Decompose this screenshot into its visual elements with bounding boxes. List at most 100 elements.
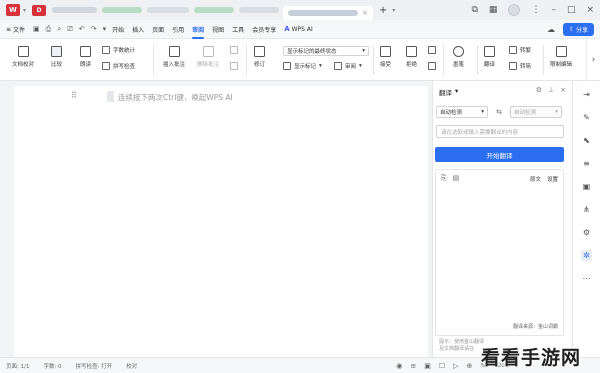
insert-comment-button[interactable]: 插入批注 xyxy=(163,46,185,68)
prev-comment-button[interactable] xyxy=(230,46,238,54)
close-icon[interactable]: × xyxy=(362,9,368,17)
proofread-status[interactable]: 校对 xyxy=(126,362,137,370)
save-icon[interactable]: ▣ xyxy=(33,25,40,33)
pin-icon[interactable]: ⊥ xyxy=(548,86,554,94)
word-count[interactable]: 字数: 0 xyxy=(43,362,61,370)
maximize-icon[interactable]: □ xyxy=(567,5,576,15)
wps-logo[interactable]: W xyxy=(6,4,20,16)
to-simplified-button[interactable]: 转简 xyxy=(509,62,531,70)
reject-label: 拒绝 xyxy=(406,62,418,68)
result-settings-link[interactable]: 设置 xyxy=(547,175,558,183)
next-change-button[interactable] xyxy=(428,62,436,70)
menu-file[interactable]: ≡ 文件 xyxy=(6,25,25,34)
print-preview-icon[interactable]: ⌕ xyxy=(57,25,61,34)
original-text-toggle[interactable]: 原文 xyxy=(530,175,541,183)
blurred-tab[interactable] xyxy=(102,7,143,13)
spell-check-icon xyxy=(102,62,110,70)
restrict-edit-button[interactable]: 限制编辑 xyxy=(550,46,572,68)
menu-start[interactable]: 开始 xyxy=(112,25,124,34)
doc-proof-button[interactable]: 文档校对 xyxy=(12,46,34,68)
collapse-panel-icon[interactable]: ⇥ xyxy=(581,89,592,100)
play-icon[interactable]: ▷ xyxy=(453,362,458,370)
edit-icon[interactable]: ✎ xyxy=(581,112,592,123)
minimize-icon[interactable]: – xyxy=(551,5,556,15)
print-icon[interactable]: ⎚ xyxy=(67,25,73,34)
drag-handle-icon[interactable]: ⠿ xyxy=(71,91,77,100)
close-icon[interactable]: × xyxy=(586,5,594,15)
revise-button[interactable]: 修订 xyxy=(254,46,265,68)
settings-icon[interactable]: ⚙ xyxy=(581,227,592,238)
page-count[interactable]: 页面: 1/1 xyxy=(6,362,29,370)
restore-icon[interactable]: ⧉ xyxy=(471,5,477,15)
delete-comment-button[interactable]: 删除批注 xyxy=(197,46,219,68)
reject-button[interactable]: 拒绝 xyxy=(406,46,417,68)
swap-icon[interactable]: ⇆ xyxy=(492,108,506,116)
plus-icon[interactable]: + xyxy=(379,5,387,16)
paste-icon[interactable]: ▤ xyxy=(453,174,460,183)
menu-reference[interactable]: 引用 xyxy=(172,25,184,34)
menu-review[interactable]: 审阅 xyxy=(192,25,205,39)
export-icon[interactable]: ⎙ xyxy=(46,25,52,34)
blurred-tab[interactable] xyxy=(147,7,190,13)
ink-button[interactable]: 墨笔 xyxy=(453,46,464,68)
share-network-icon[interactable]: ⋔ xyxy=(581,204,592,215)
chevron-down-icon[interactable]: ▾ xyxy=(103,25,107,33)
menu-insert[interactable]: 插入 xyxy=(132,25,144,34)
document-page[interactable]: ⠿ 连续按下两次Ctrl键，唤起WPS AI xyxy=(14,86,430,359)
show-markup-button[interactable]: 显示标记 ▾ xyxy=(283,62,322,70)
menu-wps-ai[interactable]: A WPS AI xyxy=(284,25,313,33)
grid-icon[interactable]: ▦ xyxy=(489,5,498,15)
chevron-right-icon[interactable]: › xyxy=(586,39,600,81)
menu-tools[interactable]: 工具 xyxy=(232,25,244,34)
translate-button[interactable]: 翻译 xyxy=(484,46,495,68)
to-traditional-button[interactable]: 转繁 xyxy=(509,46,531,54)
menu-view[interactable]: 视图 xyxy=(212,25,224,34)
panel-tools: ⚙ ⊥ × xyxy=(536,86,566,94)
translate-input[interactable]: 请在选取或输入需要翻译的内容 xyxy=(436,125,564,138)
web-view-icon[interactable]: ☐ xyxy=(439,362,445,370)
cursor-select-icon[interactable]: ⬉ xyxy=(581,135,592,146)
redo-icon[interactable]: ↷ xyxy=(91,25,97,33)
copy-icon[interactable]: ⎘ xyxy=(441,174,447,183)
target-language-select[interactable]: 自动检测 ▾ xyxy=(510,106,562,118)
translate-sidebar-icon[interactable]: ✲ xyxy=(581,250,592,261)
avatar[interactable] xyxy=(508,4,521,16)
share-button[interactable]: ⇪ 分享 xyxy=(562,23,594,36)
gallery-icon[interactable]: ▣ xyxy=(581,181,592,192)
prev-change-button[interactable] xyxy=(428,46,436,54)
outline-icon[interactable]: ≡ xyxy=(410,362,416,370)
source-language-select[interactable]: 自动检测 ▾ xyxy=(436,106,488,118)
ai-hint-placeholder: 连续按下两次Ctrl键，唤起WPS AI xyxy=(118,93,233,102)
markup-state-select[interactable]: 显示标记的最终状态 ▾ xyxy=(283,46,369,56)
settings-icon[interactable]: ⚙ xyxy=(536,86,542,94)
close-icon[interactable]: × xyxy=(560,86,566,94)
read-aloud-button[interactable]: 朗读 xyxy=(80,46,91,68)
menu-page[interactable]: 页面 xyxy=(152,25,164,34)
blurred-tab[interactable] xyxy=(239,7,280,13)
accept-button[interactable]: 接受 xyxy=(380,46,391,68)
blurred-tab[interactable] xyxy=(194,7,235,13)
active-doc-tab[interactable]: × xyxy=(283,6,373,20)
chevron-down-icon[interactable]: ▾ xyxy=(23,7,26,14)
spell-check-status[interactable]: 拼写检查: 打开 xyxy=(76,362,113,370)
chevron-down-icon[interactable]: ▾ xyxy=(392,7,395,14)
word-count-button[interactable]: 字数统计 xyxy=(102,46,135,54)
panel-header[interactable]: 翻译 ▾ xyxy=(439,87,458,97)
cloud-icon[interactable]: ☁ xyxy=(547,25,555,34)
start-translate-button[interactable]: 开始翻译 xyxy=(435,147,564,162)
more-icon[interactable]: ⋮ xyxy=(531,5,540,15)
page-view-icon[interactable]: ▣ xyxy=(424,362,431,370)
blurred-tab[interactable] xyxy=(52,7,98,13)
undo-icon[interactable]: ↶ xyxy=(79,25,85,33)
next-comment-button[interactable] xyxy=(230,62,238,70)
compare-button[interactable]: 比较 xyxy=(51,46,62,68)
spell-check-button[interactable]: 拼写检查 xyxy=(102,62,135,70)
eye-icon[interactable]: ◉ xyxy=(396,362,402,370)
menu-member[interactable]: 会员专享 xyxy=(252,25,276,34)
adjust-icon[interactable]: ≡ xyxy=(581,158,592,169)
review-pane-button[interactable]: 审阅 ▾ xyxy=(334,62,362,70)
doc-tab-logo[interactable]: D xyxy=(32,4,47,16)
compare-icon xyxy=(51,46,62,57)
more-icon[interactable]: ⋯ xyxy=(581,273,592,284)
share-icon: ⇪ xyxy=(568,26,574,33)
